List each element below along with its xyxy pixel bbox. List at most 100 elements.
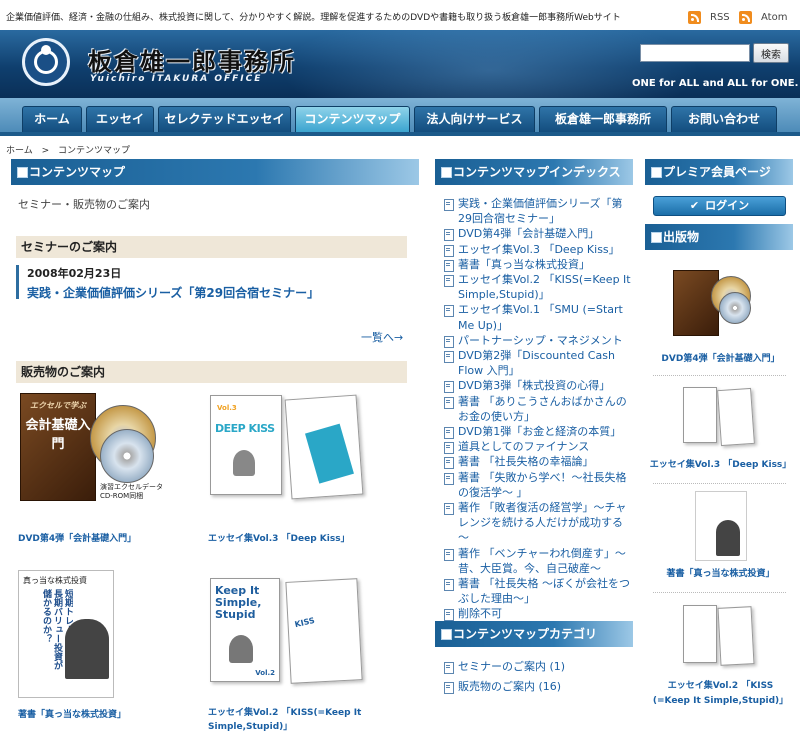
index-list-item[interactable]: 著書 「ありこうさんおばかさんのお金の使い方」 — [443, 394, 633, 424]
book-vol-label: Vol.3 — [217, 404, 237, 412]
dvd-art-note: 演習エクセルデータ CD-ROM同梱 — [100, 483, 163, 500]
book-back-graphic: KISS — [293, 615, 316, 630]
seminar-heading: セミナーのご案内 — [16, 236, 407, 258]
index-list-item[interactable]: 削除不可 — [443, 606, 633, 622]
index-list-item[interactable]: パートナーシップ・マネジメント — [443, 333, 633, 349]
rss-label: RSS — [710, 12, 730, 23]
index-list-item[interactable]: DVD第3弾「株式投資の心得」 — [443, 378, 633, 394]
dvd-accounting-image[interactable]: エクセルで学ぶ 会計基礎入門 演習エクセルデータ CD-ROM同梱 — [18, 391, 168, 506]
index-list-item[interactable]: 著書 「社長失格 ～ぼくが会社をつぶした理由～」 — [443, 576, 633, 606]
book-stock-investing-image[interactable]: 真っ当な株式投資 短期トレードよりも長期バリュー投資が儲かるのか？ — [18, 570, 114, 698]
atom-link[interactable]: Atom — [739, 11, 787, 24]
product-caption[interactable]: エッセイ集Vol.3 「Deep Kiss」 — [208, 532, 350, 546]
index-list-item[interactable]: 著書 「失敗から学べ！～社長失格の復活学～ 」 — [443, 470, 633, 500]
divider — [653, 483, 786, 484]
author-photo-icon — [229, 635, 253, 663]
tab-office[interactable]: 板倉雄一郎事務所 — [539, 106, 667, 132]
index-list-item[interactable]: 著作 「敗者復活の経営学」～チャレンジを続ける人だけが成功する～ — [443, 500, 633, 546]
index-list-item[interactable]: 道具としてのファイナンス — [443, 439, 633, 455]
rss-link[interactable]: RSS — [688, 11, 730, 24]
tab-contents-map[interactable]: コンテンツマップ — [295, 106, 410, 132]
publication-caption[interactable]: DVD第4弾「会計基礎入門」 — [648, 352, 793, 367]
book-art-title: 真っ当な株式投資 — [23, 576, 87, 585]
site-header: 板倉雄一郎事務所 Yuichiro ITAKURA OFFICE 検索 ONE … — [0, 30, 800, 98]
product-caption[interactable]: エッセイ集Vol.2 「KISS(=Keep It Simple,Stupid)… — [208, 706, 378, 734]
dvd-accounting-thumb[interactable] — [671, 270, 771, 340]
premium-heading: プレミア会員ページ — [645, 159, 793, 185]
index-list-item[interactable]: 著書「真っ当な株式投資」 — [443, 257, 633, 273]
index-list-item[interactable]: エッセイ集Vol.2 「KISS(=Keep It Simple,Stupid)… — [443, 272, 633, 302]
product-card[interactable]: Vol.3 DEEP KISS エッセイ集Vol.3 「Deep Kiss」 — [208, 391, 408, 544]
category-list: セミナーのご案内 (1) 販売物のご案内 (16) — [443, 659, 633, 699]
product-card[interactable]: Keep It Simple, Stupid Vol.2 KISS エッセイ集V… — [208, 570, 418, 739]
author-photo-icon — [233, 450, 255, 476]
main-nav: ホーム エッセイ セレクテッドエッセイ コンテンツマップ 法人向けサービス 板倉… — [0, 98, 800, 136]
seminar-title-link[interactable]: 実践・企業価値評価シリーズ「第29回合宿セミナー」 — [27, 284, 319, 301]
sidebar-publication[interactable]: DVD第4弾「会計基礎入門」 — [648, 270, 793, 367]
tab-selected-essay[interactable]: セレクテッドエッセイ — [158, 106, 291, 132]
site-slogan: ONE for ALL and ALL for ONE. — [632, 78, 799, 89]
category-list-item[interactable]: セミナーのご案内 (1) — [443, 659, 633, 675]
index-list-item[interactable]: 著作 「ベンチャーわれ倒産す」～昔、大臣賞。今、自己破産～ — [443, 546, 633, 576]
essay-vol3-image[interactable]: Vol.3 DEEP KISS — [208, 391, 378, 506]
author-photo-icon — [65, 619, 109, 679]
index-list-item[interactable]: エッセイ集Vol.1 「SMU (=Start Me Up)」 — [443, 302, 633, 332]
category-heading: コンテンツマップカテゴリ — [435, 621, 633, 647]
login-button[interactable]: ✔ ログイン — [653, 196, 786, 216]
more-link[interactable]: 一覧へ→ — [361, 329, 403, 345]
publication-caption[interactable]: エッセイ集Vol.2 「KISS (=Keep It Simple,Stupid… — [648, 679, 793, 709]
product-caption[interactable]: 著書「真っ当な株式投資」 — [18, 708, 126, 722]
publications-heading: 出版物 — [645, 224, 793, 250]
index-list-item[interactable]: エッセイ集Vol.3 「Deep Kiss」 — [443, 242, 633, 257]
main-column: コンテンツマップ セミナー・販売物のご案内 セミナーのご案内 2008年02月2… — [11, 155, 419, 739]
tab-home[interactable]: ホーム — [22, 106, 82, 132]
tab-essay[interactable]: エッセイ — [86, 106, 154, 132]
book-stock-investing-thumb[interactable] — [694, 491, 747, 561]
search-input[interactable] — [640, 44, 750, 62]
sidebar-publication[interactable]: エッセイ集Vol.2 「KISS (=Keep It Simple,Stupid… — [648, 603, 793, 709]
divider — [653, 592, 786, 593]
essay-vol2-image[interactable]: Keep It Simple, Stupid Vol.2 KISS — [208, 570, 378, 690]
sidebar-publication[interactable]: エッセイ集Vol.3 「Deep Kiss」 — [648, 385, 793, 473]
seminar-date: 2008年02月23日 — [27, 267, 122, 280]
page-title: コンテンツマップ — [11, 159, 419, 185]
site-tagline: 企業価値評価、経済・金融の仕組み、株式投資に関して、分かりやすく解説。理解を促進… — [6, 13, 621, 23]
dvd-art-subtitle: エクセルで学ぶ — [30, 400, 86, 410]
divider — [653, 375, 786, 376]
cd-rom-disc-icon — [100, 429, 154, 483]
book-art-title: Keep It Simple, Stupid — [215, 584, 262, 621]
login-label: ログイン — [705, 199, 750, 212]
product-card[interactable]: エクセルで学ぶ 会計基礎入門 演習エクセルデータ CD-ROM同梱 DVD第4弾… — [18, 391, 198, 544]
tab-contact[interactable]: お問い合わせ — [671, 106, 777, 132]
logo-emblem-icon[interactable] — [22, 38, 70, 86]
publication-caption[interactable]: エッセイ集Vol.3 「Deep Kiss」 — [648, 458, 793, 473]
site-logo-title[interactable]: 板倉雄一郎事務所 — [88, 42, 296, 77]
atom-label: Atom — [761, 12, 788, 23]
book-spine-graphic — [305, 423, 354, 484]
index-list-item[interactable]: DVD第1弾「お金と経済の本質」 — [443, 424, 633, 440]
publication-caption[interactable]: 著書「真っ当な株式投資」 — [648, 567, 793, 582]
search-button[interactable]: 検索 — [753, 43, 789, 63]
essay-vol2-thumb[interactable] — [681, 603, 761, 667]
check-icon: ✔ — [689, 199, 700, 212]
index-list-item[interactable]: 実践・企業価値評価シリーズ「第29回合宿セミナー」 — [443, 196, 633, 226]
book-vol-label: Vol.2 — [255, 669, 275, 677]
atom-feed-icon — [739, 11, 752, 24]
category-list-item[interactable]: 販売物のご案内 (16) — [443, 679, 633, 695]
seminar-entry: 2008年02月23日 実践・企業価値評価シリーズ「第29回合宿セミナー」 — [16, 265, 319, 301]
essay-vol3-thumb[interactable] — [681, 385, 761, 447]
sales-heading: 販売物のご案内 — [16, 361, 407, 383]
product-caption[interactable]: DVD第4弾「会計基礎入門」 — [18, 532, 136, 546]
index-list-item[interactable]: DVD第2弾「Discounted Cash Flow 入門」 — [443, 348, 633, 378]
index-list-item[interactable]: 著書 「社長失格の幸福論」 — [443, 454, 633, 470]
index-heading: コンテンツマップインデックス — [435, 159, 633, 185]
index-list: 実践・企業価値評価シリーズ「第29回合宿セミナー」 DVD第4弾「会計基礎入門」エ… — [443, 196, 633, 622]
site-logo-subtitle: Yuichiro ITAKURA OFFICE — [90, 74, 263, 84]
product-card[interactable]: 真っ当な株式投資 短期トレードよりも長期バリュー投資が儲かるのか？ 著書「真っ当… — [18, 570, 198, 720]
rss-icon — [688, 11, 701, 24]
book-art-title: DEEP KISS — [215, 422, 275, 435]
sidebar-publication[interactable]: 著書「真っ当な株式投資」 — [648, 491, 793, 582]
tab-corporate-service[interactable]: 法人向けサービス — [414, 106, 535, 132]
intro-text: セミナー・販売物のご案内 — [18, 198, 150, 211]
index-list-item[interactable]: DVD第4弾「会計基礎入門」 — [443, 226, 633, 242]
